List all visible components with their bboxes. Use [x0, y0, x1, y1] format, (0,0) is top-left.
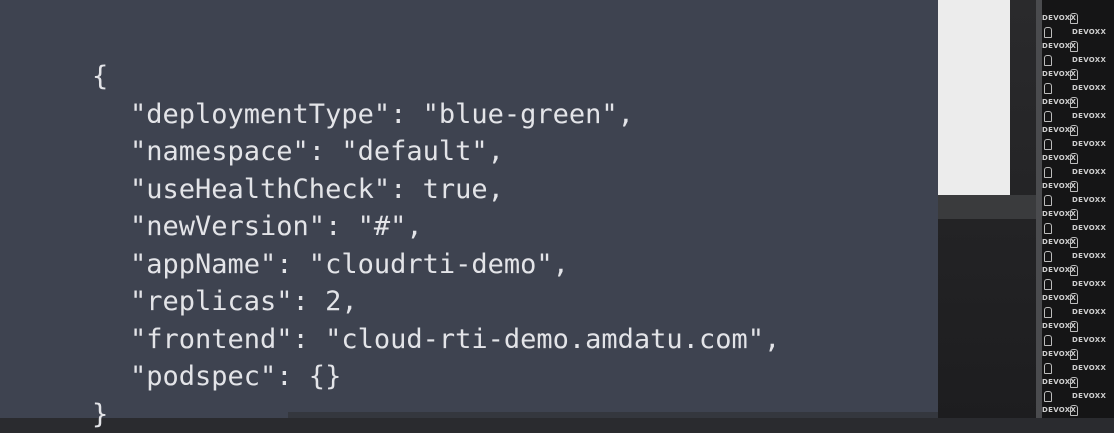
backdrop-logo: DEVOXX [1072, 28, 1106, 36]
backdrop-logo: DEVOXX [1072, 308, 1106, 316]
backdrop-logo-icon [1044, 251, 1052, 262]
backdrop-logo-icon [1070, 209, 1078, 220]
backdrop-logo-icon [1070, 293, 1078, 304]
backdrop-logo: DEVOXX [1072, 140, 1106, 148]
backdrop-logo-icon [1070, 153, 1078, 164]
backdrop-logo-icon [1070, 265, 1078, 276]
backdrop-logo-icon [1044, 391, 1052, 402]
backdrop-logo-icon [1044, 335, 1052, 346]
backdrop-logo-icon [1070, 349, 1078, 360]
code-line-replicas: "replicas": 2, [92, 283, 780, 321]
backdrop-logo: DEVOXX [1072, 336, 1106, 344]
backdrop-logo: DEVOXX [1072, 56, 1106, 64]
backdrop-logo: DEVOXX [1072, 168, 1106, 176]
backdrop-logo: DEVOXX [1072, 84, 1106, 92]
backdrop-logo-icon [1044, 139, 1052, 150]
backdrop-logo-icon [1070, 125, 1078, 136]
backdrop-logo-icon [1044, 111, 1052, 122]
code-line-new-version: "newVersion": "#", [92, 208, 780, 246]
backdrop-logo-icon [1070, 181, 1078, 192]
stage-background: DEVOXX DEVOXX DEVOXX DEVOXX DEVOXX DEVOXX DEVO… [938, 0, 1114, 418]
backdrop-logo: DEVOXX [1072, 112, 1106, 120]
sponsor-backdrop: DEVOXX DEVOXX DEVOXX DEVOXX DEVOXX DEVOXX DEVO… [1042, 0, 1114, 418]
backdrop-logo-icon [1070, 237, 1078, 248]
backdrop-logo-icon [1070, 405, 1078, 416]
screen-frame [938, 195, 1038, 219]
code-line-use-health-check: "useHealthCheck": true, [92, 171, 780, 209]
backdrop-logo-icon [1070, 321, 1078, 332]
code-line-namespace: "namespace": "default", [92, 133, 780, 171]
code-open-brace: { [92, 58, 780, 96]
backdrop-logo-icon [1044, 167, 1052, 178]
backdrop-logo: DEVOXX [1072, 392, 1106, 400]
code-line-app-name: "appName": "cloudrti-demo", [92, 246, 780, 284]
backdrop-logo-icon [1044, 307, 1052, 318]
backdrop-logo-icon [1044, 195, 1052, 206]
backdrop-logo: DEVOXX [1072, 364, 1106, 372]
slide-bottom-edge [288, 412, 938, 418]
backdrop-logo: DEVOXX [1072, 224, 1106, 232]
projector-screen [938, 0, 1010, 195]
backdrop-logo-icon [1044, 363, 1052, 374]
backdrop-logo: DEVOXX [1072, 196, 1106, 204]
backdrop-logo-icon [1070, 41, 1078, 52]
backdrop-logo: DEVOXX [1072, 252, 1106, 260]
code-line-deployment-type: "deploymentType": "blue-green", [92, 96, 780, 134]
backdrop-logo-icon [1044, 83, 1052, 94]
presentation-slide: {"deploymentType": "blue-green","namespa… [0, 0, 938, 418]
backdrop-logo-icon [1044, 55, 1052, 66]
json-code-block: {"deploymentType": "blue-green","namespa… [92, 58, 780, 433]
backdrop-logo-icon [1070, 377, 1078, 388]
backdrop-logo: DEVOXX [1072, 280, 1106, 288]
backdrop-logo-icon [1070, 97, 1078, 108]
code-line-frontend: "frontend": "cloud-rti-demo.amdatu.com", [92, 321, 780, 359]
code-line-podspec: "podspec": {} [92, 358, 780, 396]
backdrop-logo-icon [1044, 223, 1052, 234]
backdrop-logo-icon [1044, 27, 1052, 38]
backdrop-logo-icon [1070, 69, 1078, 80]
backdrop-logo-icon [1070, 13, 1078, 24]
backdrop-logo-icon [1044, 279, 1052, 290]
